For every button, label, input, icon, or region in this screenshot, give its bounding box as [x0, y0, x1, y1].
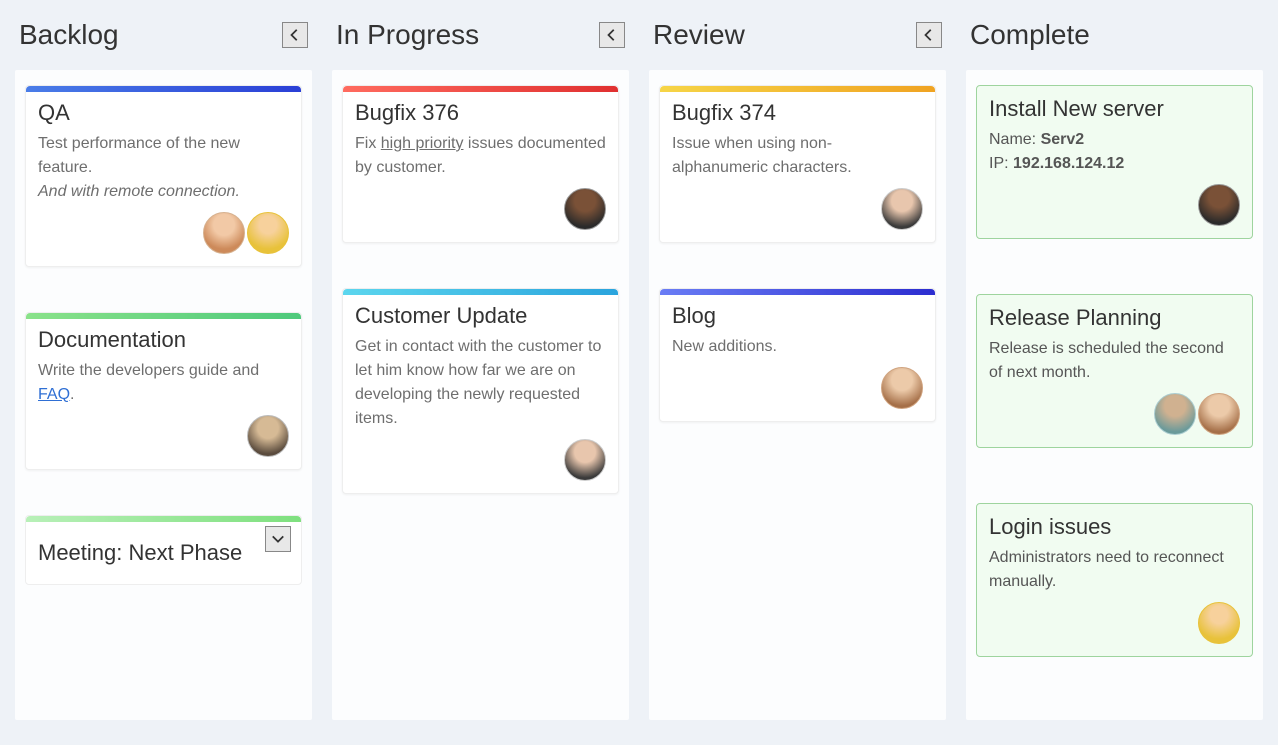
chevron-left-icon: [288, 28, 302, 42]
column-title-backlog: Backlog: [19, 19, 119, 51]
column-header-in-progress: In Progress: [332, 10, 629, 70]
card-title: QA: [38, 100, 289, 126]
card-avatars: [989, 184, 1240, 226]
card-desc-line: Test performance of the new feature.: [38, 135, 240, 176]
card-stripe: [660, 289, 935, 295]
card-documentation[interactable]: Documentation Write the developers guide…: [25, 312, 302, 470]
card-description: Test performance of the new feature. And…: [38, 132, 289, 204]
avatar[interactable]: [1198, 184, 1240, 226]
card-qa[interactable]: QA Test performance of the new feature. …: [25, 85, 302, 267]
column-in-progress: In Progress Bugfix 376 Fix high priority…: [332, 10, 629, 720]
card-avatars: [355, 188, 606, 230]
card-release-planning[interactable]: Release Planning Release is scheduled th…: [976, 294, 1253, 448]
column-body-review: Bugfix 374 Issue when using non-alphanum…: [649, 70, 946, 720]
column-body-in-progress: Bugfix 376 Fix high priority issues docu…: [332, 70, 629, 720]
card-description: Write the developers guide and FAQ.: [38, 359, 289, 407]
column-body-complete: Install New server Name: Serv2 IP: 192.1…: [966, 70, 1263, 720]
collapse-button-in-progress[interactable]: [599, 22, 625, 48]
column-backlog: Backlog QA Test performance of the new f…: [15, 10, 312, 720]
card-title: Login issues: [989, 514, 1240, 540]
avatar[interactable]: [1198, 602, 1240, 644]
kanban-board: Backlog QA Test performance of the new f…: [15, 10, 1263, 720]
card-title: Bugfix 376: [355, 100, 606, 126]
card-title: Install New server: [989, 96, 1240, 122]
card-description: Fix high priority issues documented by c…: [355, 132, 606, 180]
avatar[interactable]: [564, 439, 606, 481]
card-avatars: [989, 393, 1240, 435]
card-description: New additions.: [672, 335, 923, 359]
card-stripe: [343, 289, 618, 295]
expand-button-meeting[interactable]: [265, 526, 291, 552]
card-blog[interactable]: Blog New additions.: [659, 288, 936, 422]
column-complete: Complete Install New server Name: Serv2 …: [966, 10, 1263, 720]
card-title: Bugfix 374: [672, 100, 923, 126]
card-desc-italic: And with remote connection.: [38, 183, 240, 200]
card-avatars: [38, 415, 289, 457]
card-desc-text: .: [70, 386, 74, 403]
avatar[interactable]: [881, 367, 923, 409]
card-install-server[interactable]: Install New server Name: Serv2 IP: 192.1…: [976, 85, 1253, 239]
card-desc-text: Write the developers guide and: [38, 362, 259, 379]
avatar[interactable]: [881, 188, 923, 230]
card-stripe: [26, 86, 301, 92]
card-description: Issue when using non-alphanumeric charac…: [672, 132, 923, 180]
label-name: Name:: [989, 131, 1041, 148]
avatar[interactable]: [247, 212, 289, 254]
avatar[interactable]: [564, 188, 606, 230]
card-description: Release is scheduled the second of next …: [989, 337, 1240, 385]
card-description: Get in contact with the customer to let …: [355, 335, 606, 431]
card-login-issues[interactable]: Login issues Administrators need to reco…: [976, 503, 1253, 657]
label-ip: IP:: [989, 155, 1013, 172]
card-desc-text: Fix: [355, 135, 381, 152]
card-title: Release Planning: [989, 305, 1240, 331]
card-title: Meeting: Next Phase: [38, 540, 242, 566]
card-avatars: [355, 439, 606, 481]
collapse-button-review[interactable]: [916, 22, 942, 48]
card-title: Documentation: [38, 327, 289, 353]
chevron-down-icon: [271, 532, 285, 546]
card-customer-update[interactable]: Customer Update Get in contact with the …: [342, 288, 619, 494]
card-title: Customer Update: [355, 303, 606, 329]
card-bugfix-374[interactable]: Bugfix 374 Issue when using non-alphanum…: [659, 85, 936, 243]
card-avatars: [38, 212, 289, 254]
card-description: Administrators need to reconnect manuall…: [989, 546, 1240, 594]
collapse-button-backlog[interactable]: [282, 22, 308, 48]
column-body-backlog: QA Test performance of the new feature. …: [15, 70, 312, 720]
card-desc-underline: high priority: [381, 135, 464, 152]
card-description: Name: Serv2 IP: 192.168.124.12: [989, 128, 1240, 176]
faq-link[interactable]: FAQ: [38, 386, 70, 403]
avatar[interactable]: [1198, 393, 1240, 435]
column-header-complete: Complete: [966, 10, 1263, 70]
card-stripe: [343, 86, 618, 92]
card-avatars: [672, 188, 923, 230]
card-avatars: [989, 602, 1240, 644]
avatar[interactable]: [203, 212, 245, 254]
chevron-left-icon: [605, 28, 619, 42]
value-name: Serv2: [1041, 131, 1085, 148]
chevron-left-icon: [922, 28, 936, 42]
card-bugfix-376[interactable]: Bugfix 376 Fix high priority issues docu…: [342, 85, 619, 243]
card-stripe: [660, 86, 935, 92]
card-avatars: [672, 367, 923, 409]
avatar[interactable]: [247, 415, 289, 457]
column-title-complete: Complete: [970, 19, 1090, 51]
column-header-backlog: Backlog: [15, 10, 312, 70]
card-title: Blog: [672, 303, 923, 329]
avatar[interactable]: [1154, 393, 1196, 435]
card-stripe: [26, 313, 301, 319]
card-meeting[interactable]: Meeting: Next Phase: [25, 515, 302, 585]
column-review: Review Bugfix 374 Issue when using non-a…: [649, 10, 946, 720]
value-ip: 192.168.124.12: [1013, 155, 1124, 172]
column-header-review: Review: [649, 10, 946, 70]
column-title-review: Review: [653, 19, 745, 51]
column-title-in-progress: In Progress: [336, 19, 479, 51]
